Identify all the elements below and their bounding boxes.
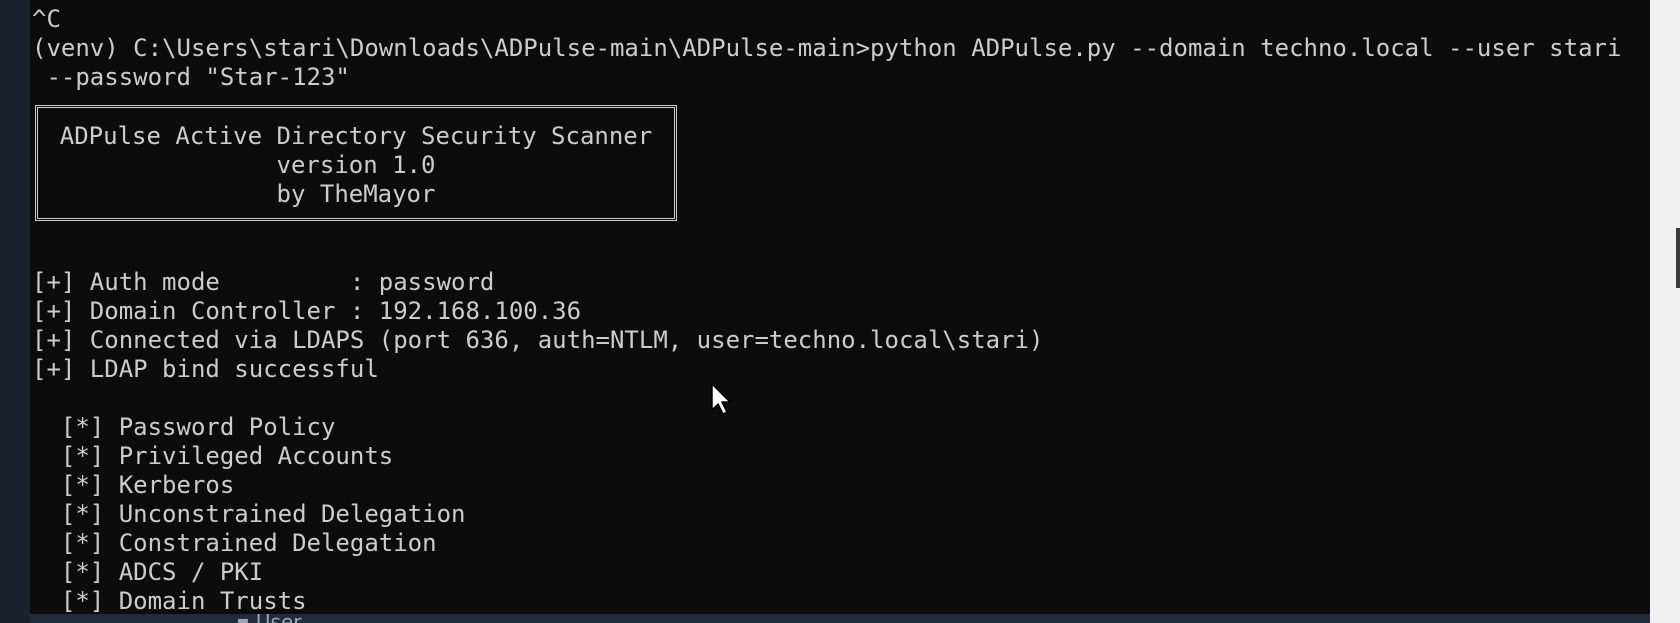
background-window-left [0,0,30,623]
check-item: [*] ADCS / PKI [32,558,264,586]
window-edge-mark [1676,228,1680,288]
background-window-text: ▪ User [236,610,302,623]
command-line: (venv) C:\Users\stari\Downloads\ADPulse-… [32,34,1622,62]
check-item: [*] Password Policy [32,413,336,441]
status-line: [+] LDAP bind successful [32,355,379,383]
terminal-output[interactable]: ^C (venv) C:\Users\stari\Downloads\ADPul… [30,0,1650,620]
banner-author: by TheMayor [276,180,436,208]
status-line: [+] Connected via LDAPS (port 636, auth=… [32,326,1044,354]
check-item: [*] Unconstrained Delegation [32,500,466,528]
mouse-pointer-icon [711,383,731,415]
background-window-right [1650,0,1680,623]
banner-version: version 1.0 [276,151,436,179]
screenshot-frame: ^C (venv) C:\Users\stari\Downloads\ADPul… [0,0,1680,623]
interrupt-line: ^C [32,5,61,33]
check-item: [*] Constrained Delegation [32,529,437,557]
status-line: [+] Domain Controller : 192.168.100.36 [32,297,582,325]
check-item: [*] Privileged Accounts [32,442,394,470]
banner-title: ADPulse Active Directory Security Scanne… [59,122,653,150]
scanner-banner: ADPulse Active Directory Security Scanne… [35,105,677,221]
command-line-continuation: --password "Star-123" [32,63,350,91]
check-item: [*] Kerberos [32,471,235,499]
status-line: [+] Auth mode : password [32,268,495,296]
